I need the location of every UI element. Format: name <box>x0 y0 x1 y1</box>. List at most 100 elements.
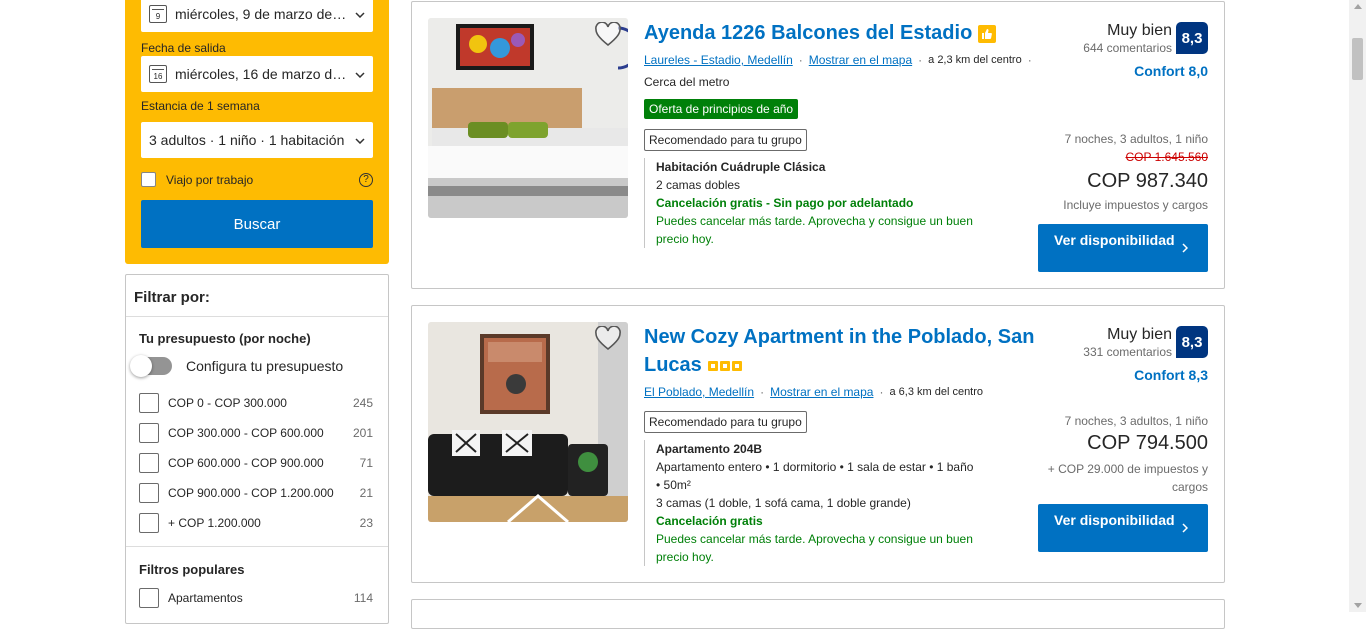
chevron-down-icon <box>347 7 373 21</box>
work-trip-row: Viajo por trabajo ? <box>141 172 373 187</box>
budget-toggle[interactable] <box>130 355 172 377</box>
review-score[interactable]: 8,3 <box>1176 22 1208 54</box>
property-photo[interactable] <box>428 322 628 522</box>
budget-option-label: + COP 1.200.000 <box>168 516 261 530</box>
budget-checkbox[interactable] <box>139 393 159 413</box>
show-on-map-link[interactable]: Mostrar en el mapa <box>809 53 912 67</box>
property-photo[interactable] <box>428 18 628 218</box>
budget-option-count: 23 <box>359 516 373 530</box>
work-trip-label: Viajo por trabajo <box>166 172 254 187</box>
star-icon <box>707 360 718 371</box>
star-icon <box>731 360 742 371</box>
thumbs-up-icon <box>978 24 997 43</box>
bed-info: 2 camas dobles <box>656 178 741 192</box>
review-count: 331 comentarios <box>1083 345 1172 359</box>
area-link[interactable]: El Poblado, Medellín <box>644 385 754 399</box>
room-info: Habitación Cuádruple Clásica 2 camas dob… <box>644 158 974 248</box>
budget-toggle-row: Configura tu presupuesto <box>130 355 344 377</box>
deal-badge: Oferta de principios de año <box>644 99 799 119</box>
chevron-down-icon <box>347 133 373 147</box>
recommended-badge: Recomendado para tu grupo <box>644 129 807 151</box>
budget-option-count: 245 <box>352 396 373 410</box>
work-trip-checkbox[interactable] <box>141 172 156 187</box>
review-score-word: Muy bien <box>1107 326 1172 343</box>
see-availability-button[interactable]: Ver disponibilidad <box>1038 504 1208 552</box>
calendar-icon: 9 <box>149 5 167 23</box>
popular-filter-option[interactable]: Apartamentos 114 <box>139 588 373 608</box>
scrollbar[interactable] <box>1349 0 1366 612</box>
budget-option-count: 71 <box>359 456 373 470</box>
stay-info: 7 noches, 3 adultos, 1 niño <box>1064 132 1208 146</box>
room-description: Apartamento entero • 1 dormitorio • 1 sa… <box>656 460 974 492</box>
checkout-label: Fecha de salida <box>141 41 226 55</box>
property-location: Laureles - Estadio, Medellín · Mostrar e… <box>644 53 1032 67</box>
bed-info: 3 camas (1 doble, 1 sofá cama, 1 doble g… <box>656 496 911 510</box>
free-cancellation: Cancelación gratis <box>656 514 763 528</box>
scroll-up-arrow-icon[interactable] <box>1354 4 1362 9</box>
room-info: Apartamento 204B Apartamento entero • 1 … <box>644 440 974 566</box>
budget-toggle-label: Configura tu presupuesto <box>186 358 344 374</box>
budget-checkbox[interactable] <box>139 513 159 533</box>
budget-checkbox[interactable] <box>139 453 159 473</box>
guests-selector[interactable]: 3 adultos · 1 niño · 1 habitación <box>141 122 373 158</box>
filters-panel: Filtrar por: Tu presupuesto (por noche) … <box>125 274 389 624</box>
scroll-down-arrow-icon[interactable] <box>1354 603 1362 608</box>
budget-option-count: 21 <box>359 486 373 500</box>
property-location: El Poblado, Medellín · Mostrar en el map… <box>644 385 984 399</box>
star-icon <box>719 360 730 371</box>
show-on-map-link[interactable]: Mostrar en el mapa <box>770 385 873 399</box>
budget-option-label: COP 300.000 - COP 600.000 <box>168 426 324 440</box>
budget-option-label: COP 600.000 - COP 900.000 <box>168 456 324 470</box>
budget-title: Tu presupuesto (por noche) <box>139 331 311 346</box>
budget-option-count: 201 <box>352 426 373 440</box>
stay-length-label: Estancia de 1 semana <box>141 99 260 113</box>
room-type: Apartamento 204B <box>656 442 763 456</box>
budget-option[interactable]: COP 300.000 - COP 600.000 201 <box>139 423 373 443</box>
budget-option-label: COP 900.000 - COP 1.200.000 <box>168 486 334 500</box>
popular-filter-count: 114 <box>353 591 373 605</box>
search-button[interactable]: Buscar <box>141 200 373 248</box>
review-score[interactable]: 8,3 <box>1176 326 1208 358</box>
see-availability-button[interactable]: Ver disponibilidad <box>1038 224 1208 272</box>
room-type: Habitación Cuádruple Clásica <box>656 160 826 174</box>
budget-option[interactable]: + COP 1.200.000 23 <box>139 513 373 533</box>
free-cancellation: Cancelación gratis - Sin pago por adelan… <box>656 196 914 210</box>
price: COP 987.340 <box>1087 170 1208 192</box>
property-card <box>411 599 1225 629</box>
property-title[interactable]: Ayenda 1226 Balcones del Estadio <box>644 19 997 47</box>
checkout-value: miércoles, 16 de marzo de 2022 <box>175 66 347 82</box>
comfort-score: Confort 8,0 <box>1134 63 1208 79</box>
budget-option[interactable]: COP 600.000 - COP 900.000 71 <box>139 453 373 473</box>
checkin-date-field[interactable]: 9 miércoles, 9 de marzo de 2022 <box>141 0 373 32</box>
budget-checkbox[interactable] <box>139 483 159 503</box>
scrollbar-thumb[interactable] <box>1352 38 1363 80</box>
chevron-right-icon <box>1182 238 1189 258</box>
star-rating <box>707 360 742 371</box>
price: COP 794.500 <box>1087 432 1208 454</box>
area-link[interactable]: Laureles - Estadio, Medellín <box>644 53 793 67</box>
checkout-date-field[interactable]: 16 miércoles, 16 de marzo de 2022 <box>141 56 373 92</box>
help-icon[interactable]: ? <box>359 172 373 187</box>
budget-checkbox[interactable] <box>139 423 159 443</box>
filters-title: Filtrar por: <box>126 275 388 317</box>
property-title[interactable]: New Cozy Apartment in the Poblado, San L… <box>644 323 1044 379</box>
calendar-icon: 16 <box>149 65 167 83</box>
property-card: Ayenda 1226 Balcones del Estadio Laurele… <box>411 1 1225 289</box>
comfort-score: Confort 8,3 <box>1134 367 1208 383</box>
distance-text: a 2,3 km del centro <box>928 54 1022 66</box>
budget-option[interactable]: COP 900.000 - COP 1.200.000 21 <box>139 483 373 503</box>
popular-filter-label: Apartamentos <box>168 591 243 605</box>
guests-value: 3 adultos · 1 niño · 1 habitación <box>149 132 345 148</box>
search-panel: 9 miércoles, 9 de marzo de 2022 Fecha de… <box>125 0 389 264</box>
chevron-down-icon <box>347 67 373 81</box>
recommended-badge: Recomendado para tu grupo <box>644 411 807 433</box>
chevron-right-icon <box>1182 518 1189 538</box>
near-metro-text: Cerca del metro <box>644 75 730 89</box>
budget-option[interactable]: COP 0 - COP 300.000 245 <box>139 393 373 413</box>
heart-icon[interactable] <box>594 325 622 352</box>
cancellation-note: Puedes cancelar más tarde. Aprovecha y c… <box>656 532 973 564</box>
heart-icon[interactable] <box>594 21 622 48</box>
popular-filter-checkbox[interactable] <box>139 588 159 608</box>
checkin-value: miércoles, 9 de marzo de 2022 <box>175 6 347 22</box>
taxes-note: + COP 29.000 de impuestos y cargos <box>1047 462 1208 494</box>
